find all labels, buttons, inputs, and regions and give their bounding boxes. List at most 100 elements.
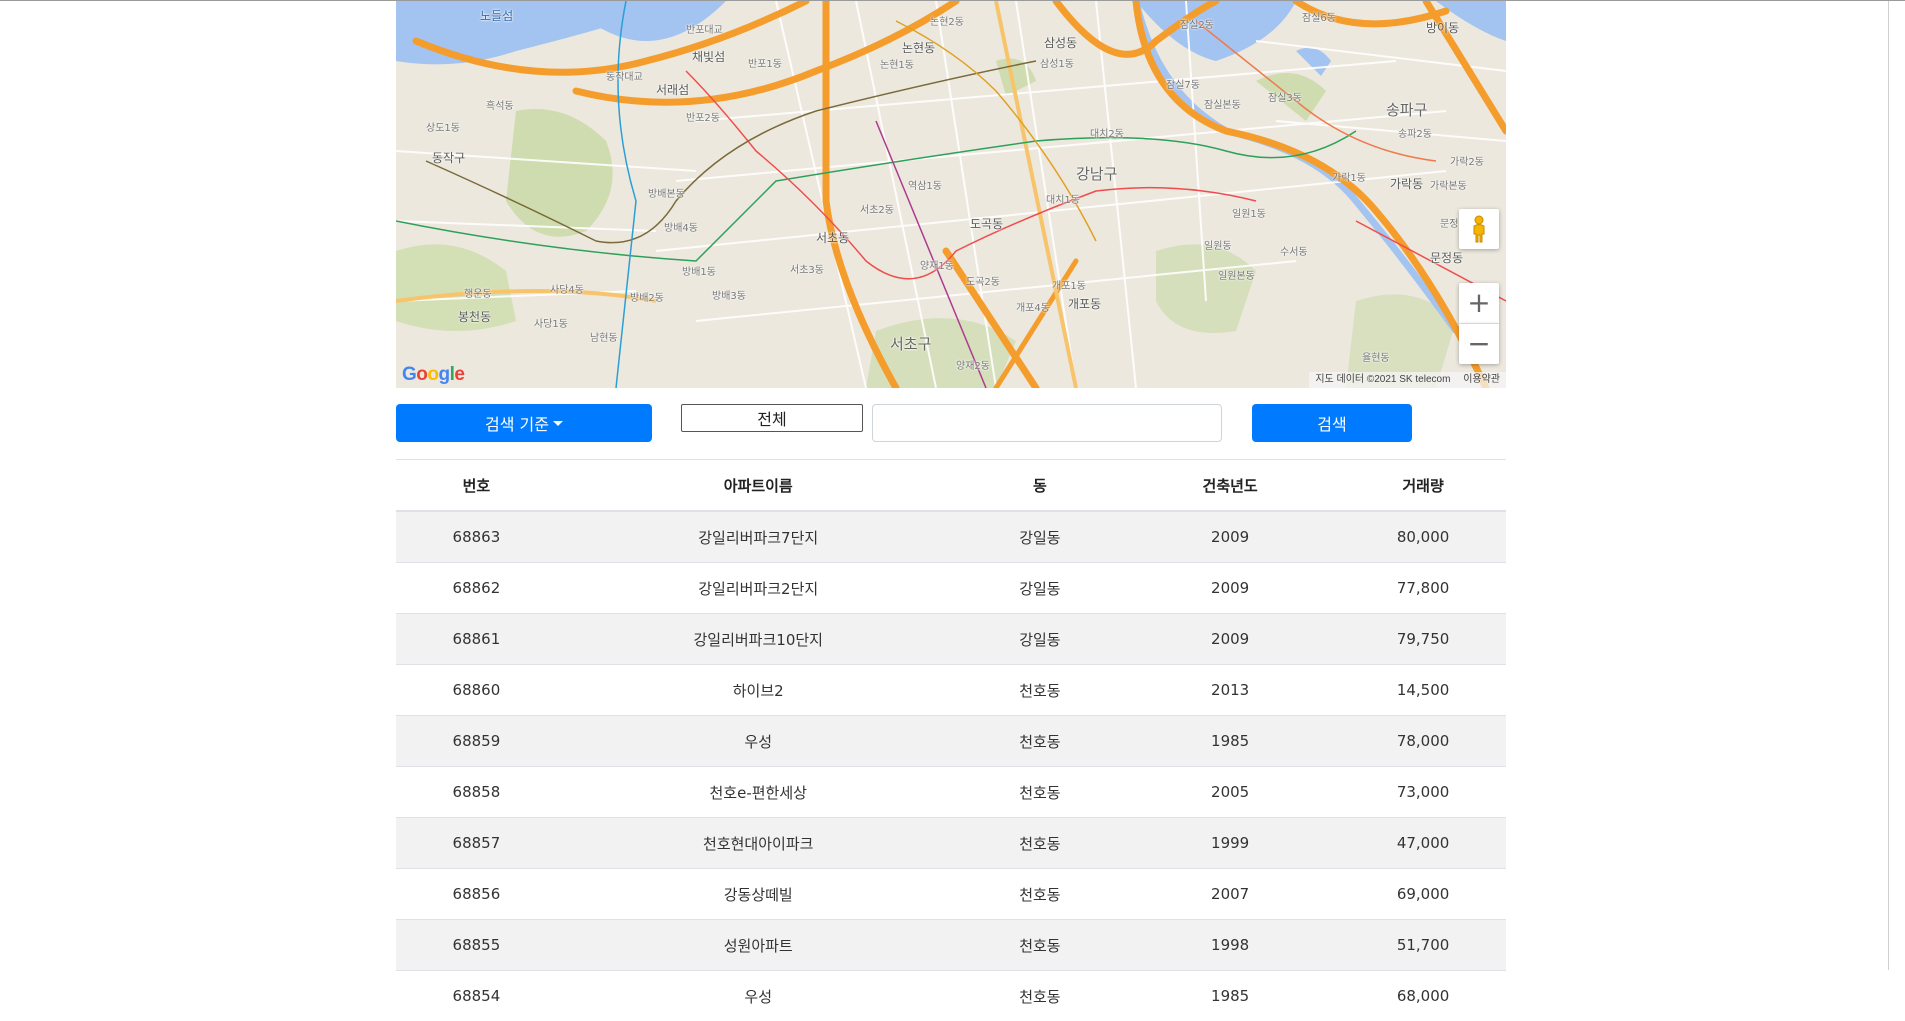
search-button-label: 검색 [1317, 411, 1346, 435]
search-button[interactable]: 검색 [1252, 404, 1412, 442]
map-label: 일원동 [1204, 237, 1232, 252]
map-label: 동작대교 [606, 68, 643, 83]
map-label: 논현2동 [930, 13, 964, 28]
cell-build-year: 1985 [1120, 971, 1340, 1021]
map-label: 양재2동 [956, 357, 990, 372]
zoom-out-button[interactable]: − [1459, 324, 1499, 364]
cell-apartment-name: 천호e-편한세상 [557, 767, 960, 818]
map-label: 반포대교 [686, 21, 723, 36]
cell-apartment-name: 강동상떼빌 [557, 869, 960, 920]
map-label: 잠실7동 [1166, 76, 1200, 91]
search-input[interactable] [872, 404, 1222, 442]
cell-dong: 천호동 [960, 665, 1120, 716]
map-label: 서초2동 [860, 201, 894, 216]
cell-apartment-name: 강일리버파크2단지 [557, 563, 960, 614]
map-label: 서초3동 [790, 261, 824, 276]
map-label: 일원1동 [1232, 205, 1266, 220]
map-label: 방배3동 [712, 287, 746, 302]
scrollbar-track[interactable] [1888, 1, 1889, 970]
map-label: 방배4동 [664, 219, 698, 234]
all-filter-button[interactable]: 전체 [681, 404, 863, 432]
table-row[interactable]: 68861 강일리버파크10단지 강일동 2009 79,750 [396, 614, 1506, 665]
map-attribution: 지도 데이터 ©2021 SK telecom 이용약관 [1309, 372, 1506, 388]
cell-trade-amount: 68,000 [1340, 971, 1506, 1021]
cell-build-year: 2009 [1120, 563, 1340, 614]
map-label: 방배2동 [630, 289, 664, 304]
map-view[interactable]: 노들섬 반포대교 채빛섬 동작대교 서래섬 논현2동 논현동 논현1동 삼성동 … [396, 1, 1506, 388]
cell-dong: 강일동 [960, 614, 1120, 665]
map-label: 서초구 [890, 333, 931, 354]
cell-trade-amount: 47,000 [1340, 818, 1506, 869]
table-header-row: 번호 아파트이름 동 건축년도 거래량 [396, 460, 1506, 512]
cell-build-year: 2005 [1120, 767, 1340, 818]
table-row[interactable]: 68863 강일리버파크7단지 강일동 2009 80,000 [396, 511, 1506, 563]
map-label: 상도1동 [426, 119, 460, 134]
street-view-pegman-button[interactable] [1459, 209, 1499, 249]
table-row[interactable]: 68862 강일리버파크2단지 강일동 2009 77,800 [396, 563, 1506, 614]
cell-number: 68857 [396, 818, 557, 869]
map-label: 삼성1동 [1040, 55, 1074, 70]
map-label: 반포2동 [686, 109, 720, 124]
map-label: 가락동 [1390, 175, 1423, 192]
cell-apartment-name: 강일리버파크7단지 [557, 511, 960, 563]
table-row[interactable]: 68858 천호e-편한세상 천호동 2005 73,000 [396, 767, 1506, 818]
map-label: 방배본동 [648, 185, 685, 200]
cell-trade-amount: 78,000 [1340, 716, 1506, 767]
table-row[interactable]: 68856 강동상떼빌 천호동 2007 69,000 [396, 869, 1506, 920]
apartment-table: 번호 아파트이름 동 건축년도 거래량 68863 강일리버파크7단지 강일동 … [396, 459, 1506, 1021]
cell-number: 68858 [396, 767, 557, 818]
cell-dong: 강일동 [960, 563, 1120, 614]
map-label: 동작구 [432, 149, 465, 166]
map-label: 도곡2동 [966, 273, 1000, 288]
cell-dong: 천호동 [960, 716, 1120, 767]
zoom-in-button[interactable]: + [1459, 283, 1499, 324]
map-label: 율현동 [1362, 349, 1390, 364]
header-build-year: 건축년도 [1120, 460, 1340, 512]
table-row[interactable]: 68857 천호현대아이파크 천호동 1999 47,000 [396, 818, 1506, 869]
map-label: 도곡동 [970, 215, 1003, 232]
map-label: 삼성동 [1044, 34, 1077, 51]
terms-link[interactable]: 이용약관 [1463, 374, 1500, 385]
cell-build-year: 2007 [1120, 869, 1340, 920]
map-label: 잠실3동 [1268, 89, 1302, 104]
map-label: 잠실본동 [1204, 96, 1241, 111]
map-label: 행운동 [464, 285, 492, 300]
map-label: 노들섬 [480, 7, 513, 24]
map-label: 방이동 [1426, 19, 1459, 36]
table-row[interactable]: 68855 성원아파트 천호동 1998 51,700 [396, 920, 1506, 971]
map-label: 서초동 [816, 229, 849, 246]
all-filter-label: 전체 [757, 406, 786, 430]
cell-apartment-name: 성원아파트 [557, 920, 960, 971]
search-criteria-dropdown[interactable]: 검색 기준 [396, 404, 652, 442]
map-label: 사당4동 [550, 281, 584, 296]
cell-build-year: 2009 [1120, 511, 1340, 563]
map-label: 가락본동 [1430, 177, 1467, 192]
cell-number: 68854 [396, 971, 557, 1021]
cell-trade-amount: 14,500 [1340, 665, 1506, 716]
cell-build-year: 1985 [1120, 716, 1340, 767]
map-label: 양재1동 [920, 257, 954, 272]
cell-build-year: 2009 [1120, 614, 1340, 665]
cell-number: 68862 [396, 563, 557, 614]
cell-dong: 천호동 [960, 767, 1120, 818]
cell-build-year: 1998 [1120, 920, 1340, 971]
map-label: 잠실6동 [1302, 9, 1336, 24]
map-label: 강남구 [1076, 163, 1117, 184]
map-label: 역삼1동 [908, 177, 942, 192]
cell-apartment-name: 우성 [557, 716, 960, 767]
map-label: 가락1동 [1332, 169, 1366, 184]
cell-apartment-name: 하이브2 [557, 665, 960, 716]
cell-trade-amount: 51,700 [1340, 920, 1506, 971]
map-label: 송파2동 [1398, 125, 1432, 140]
table-row[interactable]: 68854 우성 천호동 1985 68,000 [396, 971, 1506, 1021]
map-label: 사당1동 [534, 315, 568, 330]
cell-trade-amount: 77,800 [1340, 563, 1506, 614]
map-label: 수서동 [1280, 243, 1308, 258]
header-apartment-name: 아파트이름 [557, 460, 960, 512]
table-row[interactable]: 68859 우성 천호동 1985 78,000 [396, 716, 1506, 767]
map-label: 논현1동 [880, 56, 914, 71]
map-label: 반포1동 [748, 55, 782, 70]
map-label: 남현동 [590, 329, 618, 344]
table-row[interactable]: 68860 하이브2 천호동 2013 14,500 [396, 665, 1506, 716]
cell-apartment-name: 강일리버파크10단지 [557, 614, 960, 665]
